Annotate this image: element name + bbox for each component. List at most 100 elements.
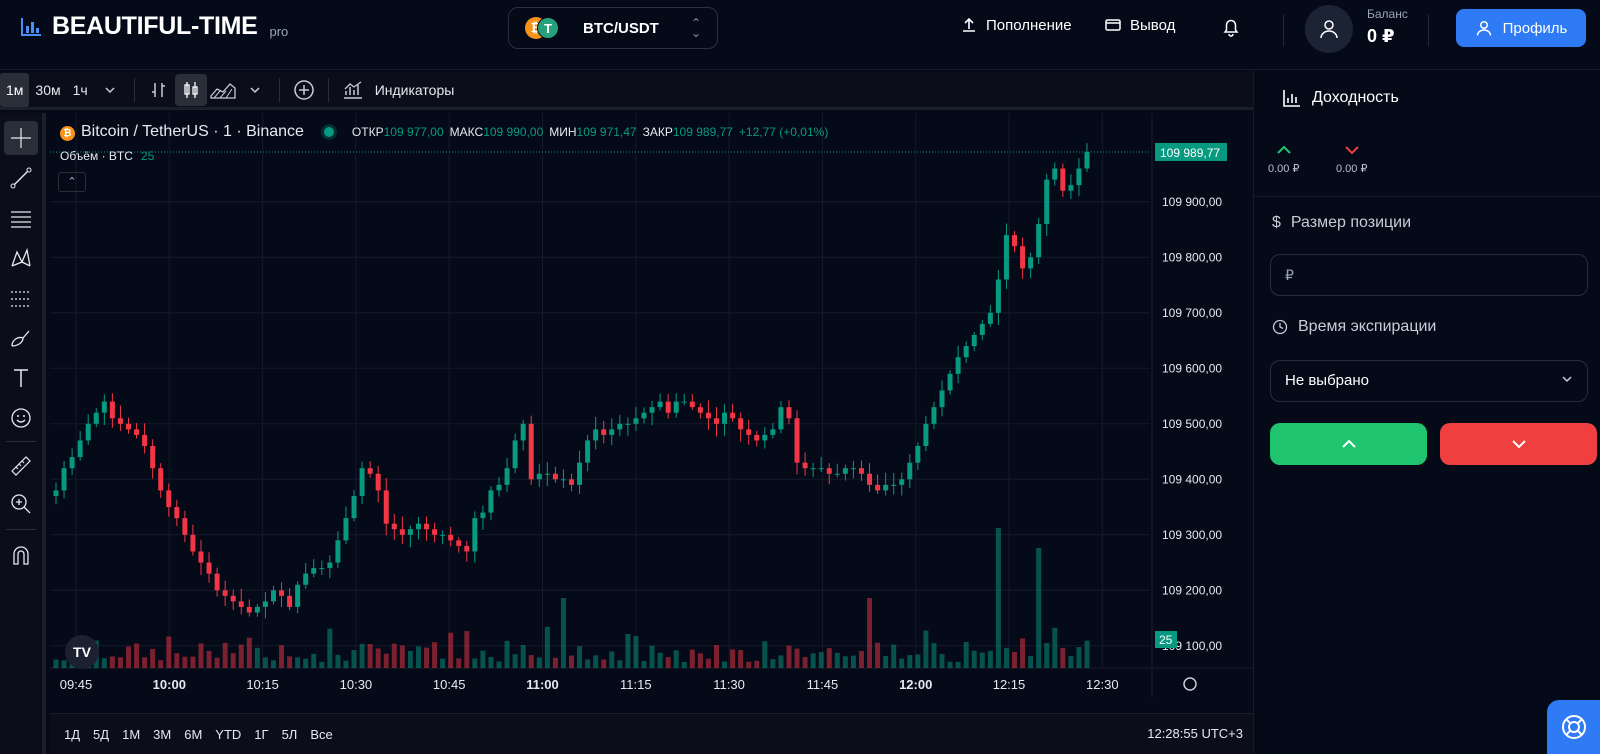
range-5d[interactable]: 5Д: [93, 727, 109, 742]
timeframe-1m[interactable]: 1м: [0, 72, 30, 107]
chart-clock[interactable]: 12:28:55 UTC+3: [1147, 726, 1243, 741]
magnet-icon[interactable]: [4, 539, 38, 573]
candle: [794, 418, 800, 463]
bell-icon[interactable]: [1220, 16, 1242, 38]
candle: [834, 473, 840, 475]
support-button[interactable]: [1547, 700, 1600, 754]
yield-title: Доходность: [1282, 88, 1399, 108]
range-5y[interactable]: 5Л: [282, 727, 298, 742]
position-size-input[interactable]: ₽: [1270, 254, 1588, 296]
range-6m[interactable]: 6М: [184, 727, 202, 742]
gear-icon[interactable]: [1183, 677, 1197, 691]
volume-bar: [858, 651, 864, 668]
crosshair-icon[interactable]: [4, 121, 38, 155]
buy-up-button[interactable]: [1270, 423, 1427, 465]
volume-legend[interactable]: Объём · BTC 25: [60, 149, 154, 163]
volume-bar: [891, 644, 897, 668]
volume-bar: [295, 657, 301, 668]
candle: [585, 440, 591, 463]
candle: [1012, 235, 1018, 247]
volume-bar: [166, 636, 172, 668]
range-1d[interactable]: 1Д: [64, 727, 80, 742]
chevron-up-down-icon: ⌃ ⌄: [690, 16, 701, 40]
text-icon[interactable]: [4, 361, 38, 395]
volume-bar: [786, 645, 792, 668]
brush-icon[interactable]: [4, 321, 38, 355]
volume-bar: [190, 656, 196, 668]
volume-bar: [117, 657, 123, 668]
volume-bar: [415, 646, 421, 668]
indicators-icon[interactable]: [337, 74, 369, 106]
range-1y[interactable]: 1Г: [254, 727, 268, 742]
tradingview-logo[interactable]: TV: [65, 635, 99, 669]
collapse-legend-button[interactable]: ⌃: [58, 172, 86, 192]
chart-canvas[interactable]: 09:45 10:00 10:15 10:30 10:45 11:00 11:15 11:30…: [50, 113, 1253, 713]
volume-bar: [391, 643, 397, 668]
candle: [802, 462, 808, 469]
range-1m[interactable]: 1М: [122, 727, 140, 742]
candle: [1052, 168, 1058, 180]
legend-open: 109 977,00: [383, 125, 444, 139]
last-volume-label: 25: [1159, 633, 1173, 647]
volume-bar: [987, 650, 993, 668]
y-tick-label: 109 200,00: [1162, 583, 1222, 597]
emoji-icon[interactable]: [4, 401, 38, 435]
pair-coins: ₿ T: [525, 16, 561, 40]
candle: [456, 540, 462, 546]
candle: [544, 473, 550, 475]
volume-bar: [641, 660, 647, 668]
indicators-button[interactable]: Индикаторы: [375, 82, 455, 98]
volume-bar: [971, 650, 977, 668]
volume-bar: [536, 657, 542, 668]
chevron-down-icon[interactable]: [94, 74, 126, 106]
legend-low: 109 971,47: [576, 125, 637, 139]
volume-bar: [770, 659, 776, 668]
volume-bar: [730, 649, 736, 668]
candle: [593, 429, 599, 441]
bar-chart-icon[interactable]: [143, 74, 175, 106]
candle: [649, 407, 655, 413]
trend-line-icon[interactable]: [4, 161, 38, 195]
plus-circle-icon[interactable]: [288, 74, 320, 106]
pair-selector[interactable]: ₿ T BTC/USDT ⌃ ⌄: [508, 7, 718, 49]
timeframe-30m[interactable]: 30м: [29, 82, 66, 98]
avatar[interactable]: [1305, 5, 1353, 53]
chevron-down-icon[interactable]: [239, 74, 271, 106]
fib-lines-icon[interactable]: [4, 201, 38, 235]
volume-bar: [1068, 656, 1074, 668]
volume-bar: [206, 650, 212, 668]
logo[interactable]: BEAUTIFUL-TIME pro: [20, 12, 288, 41]
candle: [464, 545, 470, 552]
range-all[interactable]: Все: [310, 727, 332, 742]
timeframe-1h[interactable]: 1ч: [67, 82, 94, 98]
candles-icon[interactable]: [174, 73, 207, 106]
candle: [166, 490, 172, 508]
candle: [198, 551, 204, 563]
pattern-icon[interactable]: [4, 241, 38, 275]
area-chart-icon[interactable]: [207, 74, 239, 106]
ruler-icon[interactable]: [4, 449, 38, 483]
volume-bar: [617, 660, 623, 668]
expiry-select[interactable]: Не выбрано: [1270, 360, 1588, 402]
withdraw-button[interactable]: Вывод: [1104, 16, 1175, 34]
legend-symbol[interactable]: Bitcoin / TetherUS · 1 · Binance: [81, 123, 304, 141]
sell-down-button[interactable]: [1440, 423, 1597, 465]
profile-button[interactable]: Профиль: [1456, 9, 1586, 47]
y-tick-label: 109 900,00: [1162, 195, 1222, 209]
volume-bar: [979, 652, 985, 668]
volume-bar: [472, 658, 478, 668]
deposit-button[interactable]: Пополнение: [960, 16, 1072, 34]
zoom-icon[interactable]: [4, 487, 38, 521]
candle: [818, 468, 824, 470]
last-price-label: 109 989,77: [1160, 146, 1220, 160]
candle: [222, 590, 228, 596]
candle: [93, 412, 99, 424]
volume-bar: [939, 654, 945, 668]
deposit-label: Пополнение: [986, 16, 1072, 34]
forecast-icon[interactable]: [4, 281, 38, 315]
candle: [762, 434, 768, 441]
price-chart[interactable]: 09:45 10:00 10:15 10:30 10:45 11:00 11:15 11:30…: [50, 113, 1253, 713]
range-ytd[interactable]: YTD: [215, 727, 241, 742]
candle: [150, 446, 156, 469]
range-3m[interactable]: 3М: [153, 727, 171, 742]
